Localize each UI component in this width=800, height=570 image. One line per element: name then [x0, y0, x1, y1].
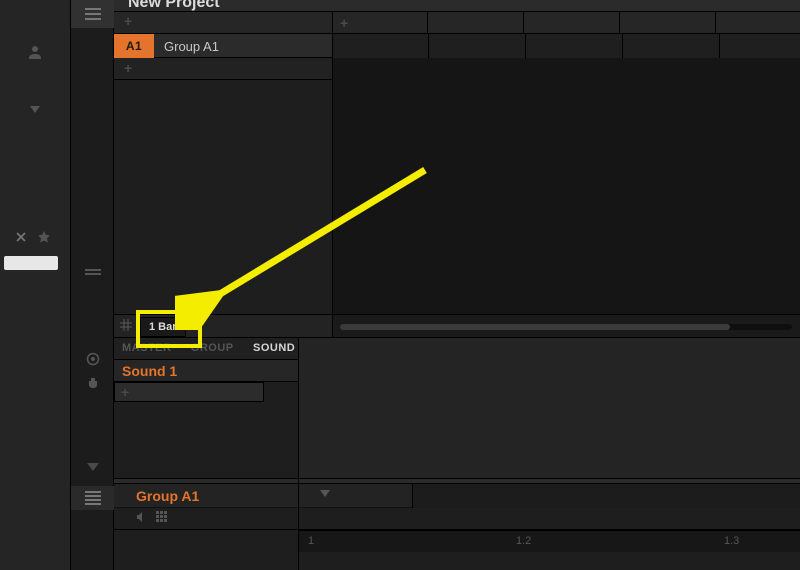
left-toolbar	[0, 0, 70, 570]
scene-cell-1[interactable]: +	[332, 12, 428, 34]
pattern-editor-right	[412, 484, 800, 508]
browser-strip	[70, 0, 114, 570]
pattern-cell[interactable]	[623, 34, 720, 58]
chevron-down-icon[interactable]	[71, 458, 115, 478]
scene-cell[interactable]	[716, 12, 800, 34]
arranger-area[interactable]	[332, 58, 800, 314]
pattern-cell[interactable]	[429, 34, 526, 58]
pattern-length-bar: 1 Bar	[114, 314, 332, 338]
view-rows-icon[interactable]	[71, 486, 115, 510]
scene-row: + +	[114, 12, 800, 34]
pattern-cell[interactable]	[526, 34, 623, 58]
pattern-cell[interactable]	[332, 34, 429, 58]
speaker-icon[interactable]	[136, 511, 148, 523]
close-icon[interactable]	[16, 232, 26, 242]
record-icon[interactable]	[71, 348, 115, 370]
timeline-ruler[interactable]: 1 1.2 1.3	[298, 530, 800, 552]
plugin-icon[interactable]	[71, 372, 115, 394]
vertical-divider	[298, 338, 299, 570]
sound-name[interactable]: Sound 1	[122, 363, 177, 379]
pattern-cell[interactable]	[720, 34, 800, 58]
vertical-divider	[332, 12, 333, 338]
arranger-scrollbar	[332, 314, 800, 338]
scene-cell[interactable]	[620, 12, 716, 34]
scene-cells: +	[332, 12, 800, 34]
add-scene-button[interactable]: +	[124, 13, 132, 29]
pattern-editor-controls	[114, 508, 800, 530]
group-badge[interactable]: A1	[114, 34, 154, 58]
tab-group[interactable]: GROUP	[191, 338, 242, 354]
tag-chip[interactable]	[4, 256, 58, 270]
user-icon[interactable]	[0, 36, 70, 68]
timeline-tick: 1.2	[516, 535, 531, 547]
plus-icon: +	[121, 384, 129, 400]
scene-cell[interactable]	[428, 12, 524, 34]
timeline-tick: 1	[308, 535, 314, 547]
view-list-icon[interactable]	[71, 0, 115, 28]
pattern-length-field[interactable]: 1 Bar	[140, 317, 186, 337]
tab-sound[interactable]: SOUND	[253, 338, 303, 354]
add-plugin-slot[interactable]: +	[114, 382, 264, 402]
add-group-row[interactable]: +	[114, 58, 332, 80]
pads-icon[interactable]	[156, 511, 168, 523]
star-icon[interactable]	[38, 231, 50, 243]
plus-icon: +	[124, 60, 132, 76]
pattern-editor-header: Group A1	[114, 484, 800, 508]
pattern-group-name[interactable]: Group A1	[136, 488, 199, 504]
project-title: New Project	[128, 0, 220, 12]
timeline-tick: 1.3	[724, 535, 739, 547]
grid-icon[interactable]	[120, 319, 132, 331]
group-name[interactable]: Group A1	[164, 39, 219, 54]
add-pattern-icon[interactable]: +	[340, 15, 348, 31]
dropdown-icon[interactable]	[0, 94, 70, 126]
scene-cell[interactable]	[524, 12, 620, 34]
tab-master[interactable]: MASTER	[122, 338, 179, 354]
scroll-thumb[interactable]	[340, 324, 730, 330]
group-cells	[332, 34, 800, 58]
control-editor-area[interactable]	[298, 338, 800, 478]
group-row[interactable]: A1 Group A1	[114, 34, 800, 58]
scene-header-area: +	[114, 12, 332, 34]
chevron-down-icon[interactable]	[320, 490, 330, 498]
divider-grab-icon[interactable]	[71, 260, 115, 284]
